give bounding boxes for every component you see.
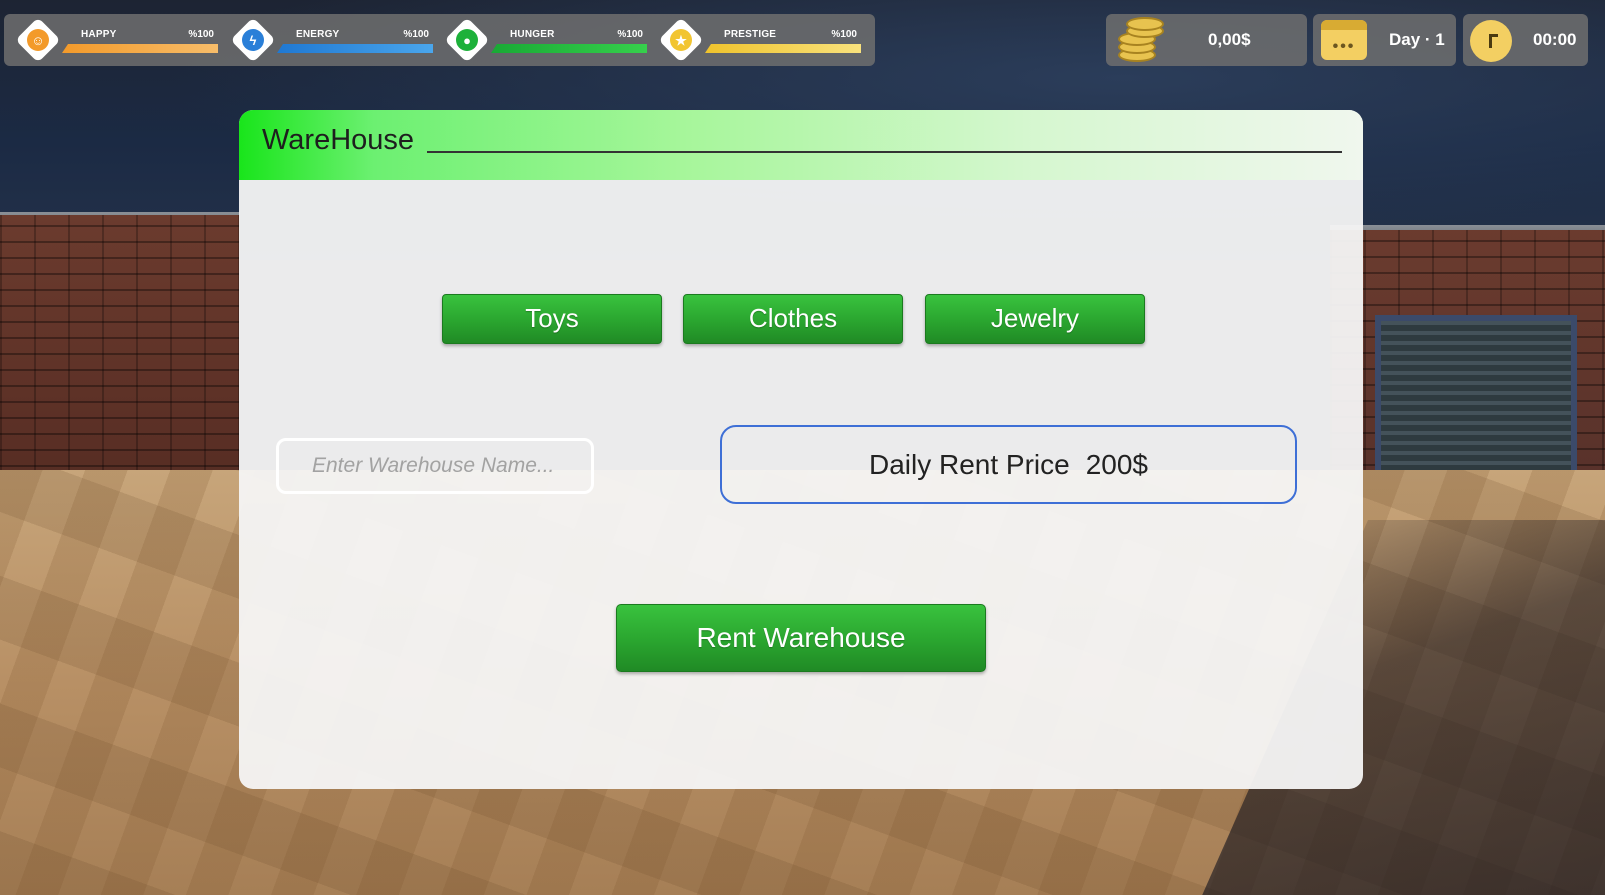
rent-warehouse-button[interactable]: Rent Warehouse [616,604,986,672]
stat-label: PRESTIGE [724,29,777,40]
stat-value: %100 [831,29,857,40]
stat-value: %100 [403,29,429,40]
day-display: ••• Day · 1 [1313,14,1456,66]
stat-bar [277,44,433,53]
lightning-icon: ϟ [230,17,276,63]
clock-icon [1470,20,1512,62]
category-button-jewelry[interactable]: Jewelry [925,294,1145,344]
calendar-icon: ••• [1321,20,1367,60]
dialog-header: WareHouse [239,110,1363,180]
daily-rent-price: Daily Rent Price 200$ [720,425,1297,504]
time-display: 00:00 [1463,14,1588,66]
stat-value: %100 [188,29,214,40]
stat-happy: ☺ HAPPY %100 [4,14,218,66]
stat-bar [491,44,647,53]
coins-icon [1118,17,1164,62]
money-value: 0,00$ [1208,30,1251,49]
drumstick-icon: ● [444,17,490,63]
stats-panel: ☺ HAPPY %100 ϟ ENERGY %100 ● HUNGER %100 [4,14,875,66]
warehouse-name-input[interactable] [276,438,594,494]
smiley-icon: ☺ [15,17,61,63]
stat-label: HAPPY [81,29,117,40]
stat-bar [62,44,218,53]
stat-label: ENERGY [296,29,340,40]
dialog-title: WareHouse [262,124,415,156]
price-label: Daily Rent Price [868,448,1070,480]
money-display: 0,00$ [1106,14,1307,66]
stat-value: %100 [617,29,643,40]
category-button-clothes[interactable]: Clothes [683,294,903,344]
stat-prestige: ★ PRESTIGE %100 [647,14,861,66]
roller-shutter-door [1375,315,1577,487]
stat-energy: ϟ ENERGY %100 [219,14,433,66]
warehouse-dialog: WareHouse Toys Clothes Jewelry Daily Ren… [239,110,1363,789]
stat-label: HUNGER [510,29,555,40]
stat-bar [705,44,861,53]
time-value: 00:00 [1533,30,1577,49]
title-underline [427,151,1342,153]
price-value: 200$ [1085,448,1149,480]
stat-hunger: ● HUNGER %100 [433,14,647,66]
category-button-toys[interactable]: Toys [442,294,662,344]
star-icon: ★ [658,17,704,63]
day-value: Day · 1 [1389,30,1445,49]
